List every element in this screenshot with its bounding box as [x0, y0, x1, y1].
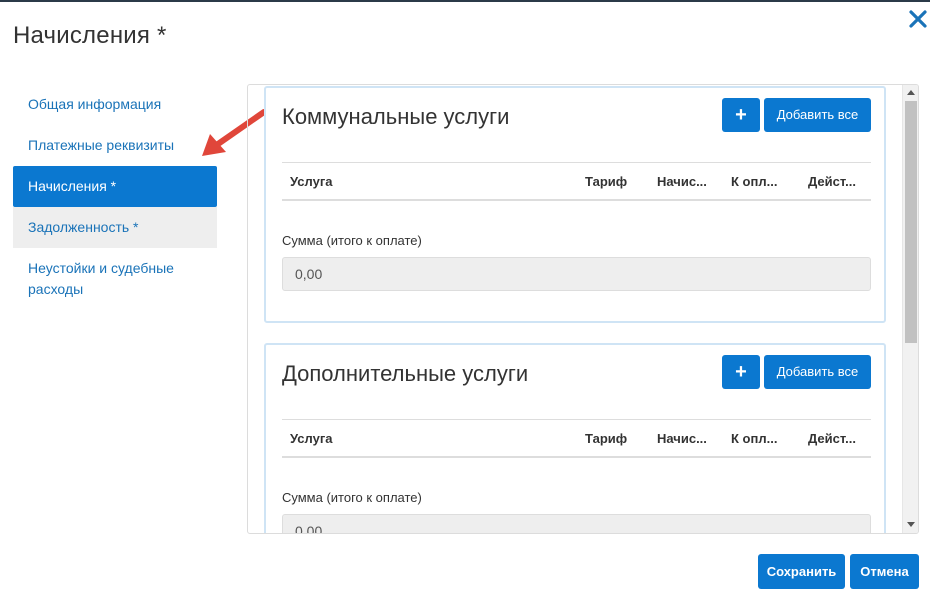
scroll-down-arrow-icon[interactable]: [907, 522, 915, 527]
nav-item-debt[interactable]: Задолженность *: [13, 207, 217, 248]
column-header-tariff[interactable]: Тариф: [585, 431, 627, 446]
add-service-button[interactable]: +: [722, 98, 760, 132]
utility-services-panel: Коммунальные услуги + Добавить все Услуг…: [264, 86, 886, 323]
column-header-actions[interactable]: Дейст...: [808, 431, 856, 446]
panel-title: Дополнительные услуги: [282, 361, 529, 386]
column-header-service[interactable]: Услуга: [290, 174, 332, 189]
column-header-actions[interactable]: Дейст...: [808, 174, 856, 189]
close-button[interactable]: [906, 7, 930, 31]
sum-total-field: 0,00: [282, 257, 871, 291]
additional-services-panel: Дополнительные услуги + Добавить все Усл…: [264, 343, 886, 533]
column-header-accrued[interactable]: Начис...: [657, 174, 707, 189]
column-header-accrued[interactable]: Начис...: [657, 431, 707, 446]
column-header-service[interactable]: Услуга: [290, 431, 332, 446]
nav-item-payment-details[interactable]: Платежные реквизиты: [13, 125, 217, 166]
vertical-scrollbar[interactable]: [902, 85, 918, 533]
window-top-edge: [0, 0, 930, 2]
add-all-button[interactable]: Добавить все: [764, 98, 871, 132]
panel-title: Коммунальные услуги: [282, 104, 510, 129]
column-header-tariff[interactable]: Тариф: [585, 174, 627, 189]
services-table-header: Услуга Тариф Начис... К опл... Дейст...: [282, 162, 871, 201]
nav-item-penalties-court-costs[interactable]: Неустойки и судебные расходы: [13, 248, 217, 310]
services-table-header: Услуга Тариф Начис... К опл... Дейст...: [282, 419, 871, 458]
cancel-button[interactable]: Отмена: [850, 554, 919, 589]
column-header-to-pay[interactable]: К опл...: [731, 174, 777, 189]
add-service-button[interactable]: +: [722, 355, 760, 389]
charges-content-area: Коммунальные услуги + Добавить все Услуг…: [247, 84, 919, 534]
dialog-title: Начисления *: [13, 22, 167, 49]
sum-total-field: 0,00: [282, 514, 871, 533]
scrollbar-thumb[interactable]: [905, 101, 917, 343]
close-icon: [909, 10, 927, 28]
add-all-button[interactable]: Добавить все: [764, 355, 871, 389]
sum-label: Сумма (итого к оплате): [282, 233, 422, 248]
column-header-to-pay[interactable]: К опл...: [731, 431, 777, 446]
sum-label: Сумма (итого к оплате): [282, 490, 422, 505]
scroll-up-arrow-icon[interactable]: [907, 90, 915, 95]
nav-item-charges[interactable]: Начисления *: [13, 166, 217, 207]
nav-item-general-info[interactable]: Общая информация: [13, 84, 217, 125]
content-scroll-viewport[interactable]: Коммунальные услуги + Добавить все Услуг…: [248, 85, 903, 533]
save-button[interactable]: Сохранить: [758, 554, 845, 589]
sidebar-nav: Общая информация Платежные реквизиты Нач…: [13, 84, 217, 310]
